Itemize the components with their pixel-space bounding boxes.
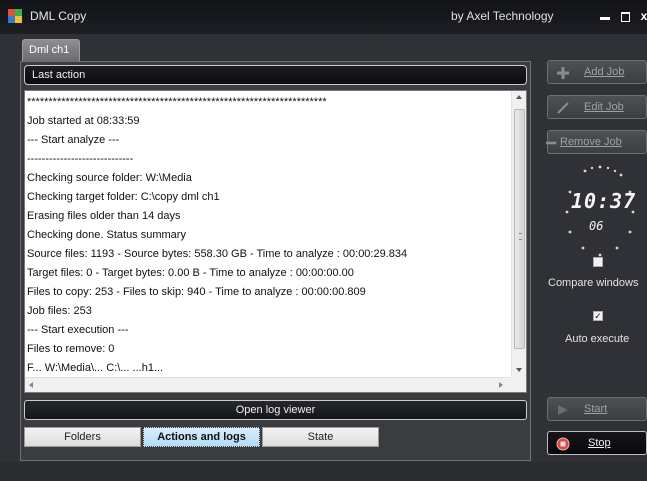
log-lines: ****************************************… [27, 93, 509, 373]
compare-windows-label: Compare windows [548, 277, 639, 289]
app-logo-icon [8, 9, 22, 23]
auto-execute-checkbox[interactable]: ✓ [593, 311, 603, 321]
edit-job-button[interactable]: Edit Job [547, 95, 647, 119]
log-line: Checking done. Status summary [27, 229, 186, 241]
log-line: Source files: 1193 - Source bytes: 558.3… [27, 248, 408, 260]
compare-windows-checkbox[interactable] [593, 257, 603, 267]
tab-dml-ch1[interactable]: Dml ch1 [22, 39, 80, 61]
log-line: ----------------------------- [27, 153, 134, 165]
minimize-button[interactable] [598, 9, 612, 23]
tab-actions-and-logs[interactable]: Actions and logs [143, 427, 260, 447]
main-panel: Last action ****************************… [20, 61, 531, 461]
pencil-icon [557, 102, 569, 114]
scroll-corner [511, 377, 526, 392]
play-icon [558, 405, 568, 415]
last-action-header: Last action [24, 65, 527, 85]
log-line: Target files: 0 - Target bytes: 0.00 B -… [27, 267, 354, 279]
maximize-button[interactable] [618, 9, 632, 23]
start-label: Start [584, 403, 608, 415]
minus-icon [546, 141, 557, 145]
remove-job-button[interactable]: Remove Job [546, 130, 647, 154]
tab-folders[interactable]: Folders [24, 427, 141, 447]
log-line: --- Start analyze --- [27, 134, 120, 146]
scroll-up-icon[interactable] [516, 95, 522, 99]
title-bar: DML Copy by Axel Technology x [0, 0, 647, 34]
log-text-area[interactable]: ****************************************… [24, 90, 527, 393]
window-title: DML Copy [30, 9, 87, 23]
log-line: Checking target folder: C:\copy dml ch1 [27, 191, 220, 203]
start-button[interactable]: Start [547, 397, 647, 421]
add-job-label: Add Job [584, 66, 625, 78]
clock-time: 10:37 [571, 189, 637, 213]
log-line: Job files: 253 [27, 305, 92, 317]
scroll-left-icon[interactable] [29, 382, 33, 388]
remove-job-label: Remove Job [560, 136, 622, 148]
scroll-thumb[interactable] [514, 109, 525, 349]
clock-seconds: 06 [589, 219, 604, 233]
plus-icon [557, 67, 569, 79]
add-job-button[interactable]: Add Job [547, 60, 647, 84]
vertical-scrollbar[interactable] [511, 91, 526, 377]
scroll-right-icon[interactable] [499, 382, 503, 388]
auto-execute-label: Auto execute [565, 333, 630, 345]
stop-circle-icon [556, 437, 570, 451]
log-line: --- Start execution --- [27, 324, 129, 336]
log-line: F... W:\Media\... C:\... ...h1... [27, 362, 164, 373]
stop-label: Stop [588, 437, 611, 449]
clock-display: 10:37 06 [553, 162, 647, 262]
edit-job-label: Edit Job [584, 101, 624, 113]
close-button[interactable]: x [637, 9, 647, 23]
scroll-down-icon[interactable] [516, 368, 522, 372]
log-line: Files to remove: 0 [27, 343, 115, 355]
log-line: Erasing files older than 14 days [27, 210, 181, 222]
log-line: Job started at 08:33:59 [27, 115, 140, 127]
open-log-viewer-button[interactable]: Open log viewer [24, 400, 527, 420]
status-strip [0, 462, 647, 481]
log-line: ****************************************… [27, 96, 327, 108]
log-line: Checking source folder: W:\Media [27, 172, 192, 184]
horizontal-scrollbar[interactable] [25, 377, 511, 392]
log-line: Files to copy: 253 - Files to skip: 940 … [27, 286, 366, 298]
tab-state[interactable]: State [262, 427, 379, 447]
vendor-label: by Axel Technology [451, 9, 554, 23]
stop-button[interactable]: Stop [547, 431, 647, 455]
